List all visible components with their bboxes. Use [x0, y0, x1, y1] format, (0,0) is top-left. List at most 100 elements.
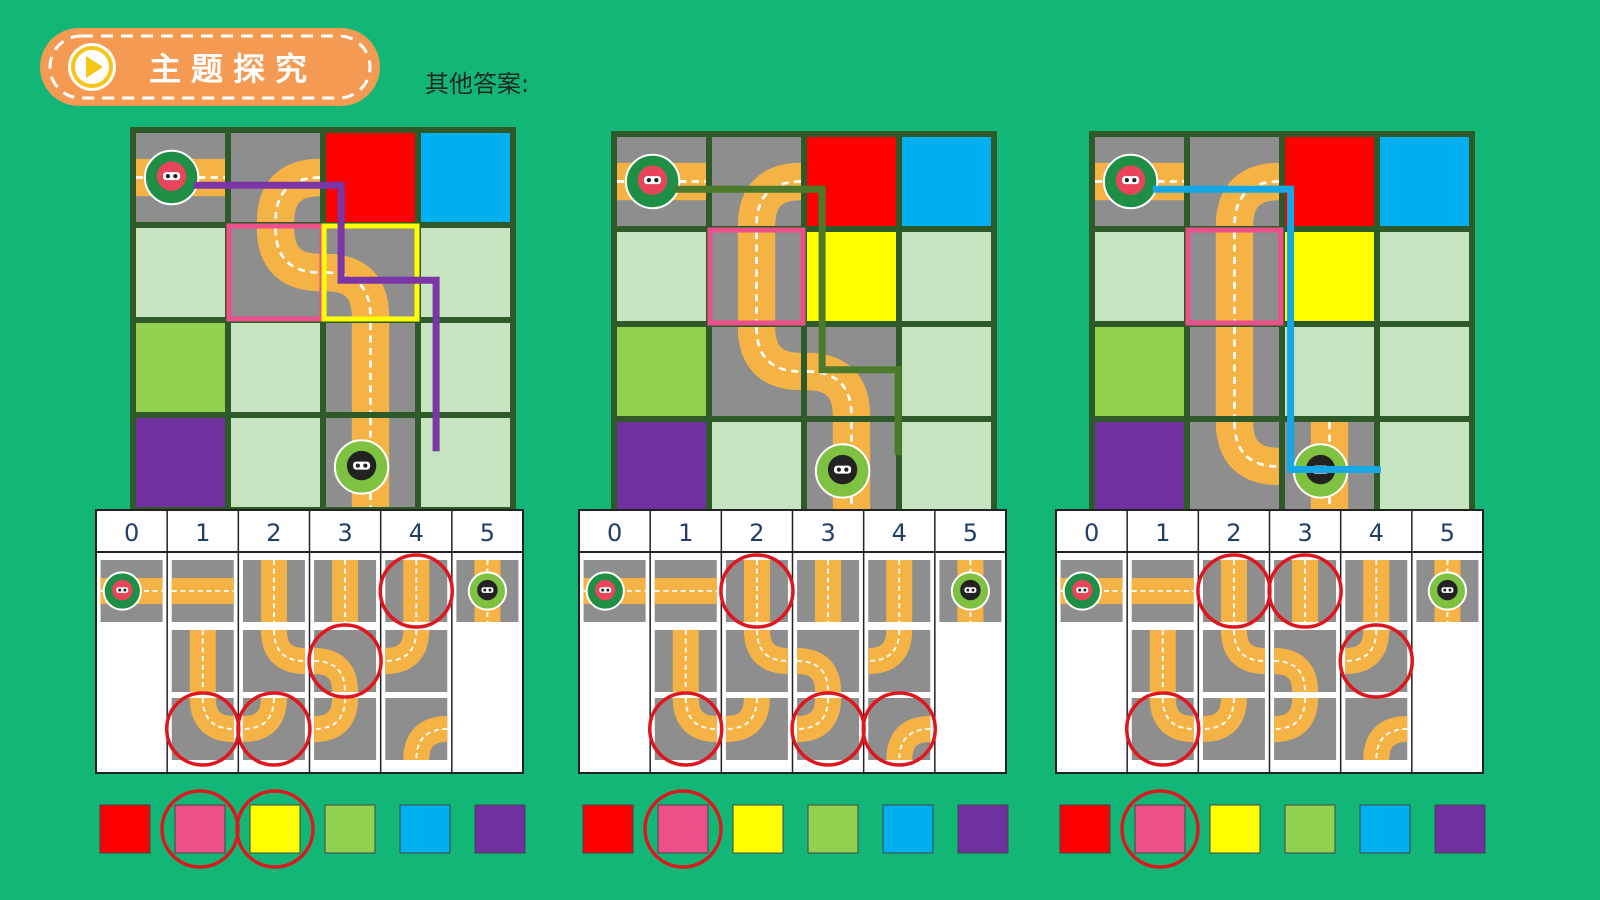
board-cell-3-0[interactable]	[1095, 422, 1184, 511]
board-cell-1-3[interactable]	[1380, 232, 1469, 321]
swatch-yellow[interactable]	[249, 804, 301, 854]
board-cell-2-2[interactable]	[326, 323, 415, 412]
board-cell-2-3[interactable]	[1380, 327, 1469, 416]
board-cell-2-0[interactable]	[1095, 327, 1184, 416]
board-cell-1-1[interactable]	[1190, 232, 1279, 321]
table-tile-2-1[interactable]	[1131, 697, 1195, 760]
board-cell-0-3[interactable]	[1380, 137, 1469, 226]
table-tile-1-1[interactable]	[654, 630, 717, 692]
board-cell-0-0[interactable]	[136, 133, 225, 222]
table-tile-1-3[interactable]	[796, 630, 860, 693]
table-tile-0-1[interactable]	[654, 560, 717, 622]
board-cell-3-0[interactable]	[136, 418, 225, 507]
table-tile-1-4[interactable]	[867, 629, 931, 692]
board-cell-3-3[interactable]	[1380, 422, 1469, 511]
table-tile-0-4[interactable]	[385, 560, 448, 622]
table-tile-1-1[interactable]	[1131, 630, 1194, 692]
swatch-red[interactable]	[582, 804, 634, 854]
table-tile-0-5[interactable]	[456, 560, 519, 622]
swatch-yellow[interactable]	[1209, 804, 1261, 854]
swatch-pink[interactable]	[657, 804, 709, 854]
swatch-purple[interactable]	[957, 804, 1009, 854]
table-tile-1-3[interactable]	[313, 630, 377, 693]
table-tile-2-2[interactable]	[725, 697, 788, 760]
table-tile-0-1[interactable]	[171, 560, 234, 622]
board-cell-2-1[interactable]	[712, 325, 803, 416]
board-cell-2-2[interactable]	[1285, 327, 1374, 416]
board-cell-0-1[interactable]	[712, 137, 803, 228]
table-tile-2-3[interactable]	[1273, 697, 1337, 760]
board-cell-3-2[interactable]	[326, 418, 415, 507]
swatch-pink[interactable]	[1134, 804, 1186, 854]
table-tile-0-3[interactable]	[797, 560, 860, 622]
table-tile-0-2[interactable]	[725, 560, 788, 622]
board-cell-3-0[interactable]	[617, 422, 706, 511]
board-cell-0-1[interactable]	[1190, 137, 1281, 228]
board-cell-0-2[interactable]	[1285, 137, 1374, 226]
table-tile-0-4[interactable]	[868, 560, 931, 622]
table-tile-0-0[interactable]	[100, 560, 163, 622]
table-tile-1-1[interactable]	[171, 630, 234, 692]
board-cell-1-3[interactable]	[902, 232, 991, 321]
swatch-lightgreen[interactable]	[324, 804, 376, 854]
table-tile-1-2[interactable]	[242, 629, 306, 692]
table-tile-2-3[interactable]	[796, 697, 860, 760]
swatch-purple[interactable]	[474, 804, 526, 854]
board-cell-3-1[interactable]	[1190, 420, 1281, 511]
swatch-blue[interactable]	[882, 804, 934, 854]
table-tile-0-2[interactable]	[242, 560, 305, 622]
board-cell-1-1[interactable]	[231, 226, 322, 317]
table-tile-1-2[interactable]	[725, 629, 789, 692]
board-cell-3-1[interactable]	[231, 418, 320, 507]
board-cell-0-3[interactable]	[902, 137, 991, 226]
table-tile-0-2[interactable]	[1202, 560, 1265, 622]
table-tile-0-5[interactable]	[939, 560, 1002, 622]
board-cell-1-2[interactable]	[1285, 232, 1374, 321]
table-tile-0-3[interactable]	[1274, 560, 1337, 622]
swatch-red[interactable]	[1059, 804, 1111, 854]
board-cell-2-3[interactable]	[902, 327, 991, 416]
board-cell-1-0[interactable]	[136, 228, 225, 317]
table-tile-0-0[interactable]	[583, 560, 646, 622]
swatch-pink[interactable]	[174, 804, 226, 854]
table-tile-2-4[interactable]	[385, 698, 449, 761]
table-tile-1-2[interactable]	[1202, 629, 1266, 692]
table-tile-1-3[interactable]	[1273, 630, 1337, 693]
swatch-lightgreen[interactable]	[1284, 804, 1336, 854]
board-cell-0-0[interactable]	[1095, 137, 1184, 226]
table-tile-0-1[interactable]	[1131, 560, 1194, 622]
swatch-blue[interactable]	[1359, 804, 1411, 854]
swatch-yellow[interactable]	[732, 804, 784, 854]
board-cell-2-0[interactable]	[136, 323, 225, 412]
table-tile-1-4[interactable]	[384, 629, 448, 692]
swatch-lightgreen[interactable]	[807, 804, 859, 854]
board-cell-3-3[interactable]	[902, 422, 991, 511]
board-cell-3-1[interactable]	[712, 422, 801, 511]
table-tile-2-4[interactable]	[868, 698, 932, 761]
table-tile-2-2[interactable]	[242, 697, 305, 760]
board-cell-0-1[interactable]	[231, 133, 322, 224]
board-cell-1-0[interactable]	[617, 232, 706, 321]
table-tile-0-3[interactable]	[314, 560, 377, 622]
table-tile-2-1[interactable]	[171, 697, 235, 760]
table-tile-1-4[interactable]	[1344, 629, 1408, 692]
table-tile-2-1[interactable]	[654, 697, 718, 760]
board-cell-2-0[interactable]	[617, 327, 706, 416]
table-tile-0-0[interactable]	[1060, 560, 1123, 622]
board-cell-2-1[interactable]	[1190, 327, 1279, 416]
swatch-blue[interactable]	[399, 804, 451, 854]
swatch-red[interactable]	[99, 804, 151, 854]
board-cell-0-0[interactable]	[617, 137, 706, 226]
board-cell-1-1[interactable]	[712, 232, 801, 321]
board-cell-3-2[interactable]	[807, 422, 896, 511]
table-tile-2-4[interactable]	[1345, 698, 1409, 761]
board-cell-2-1[interactable]	[231, 323, 320, 412]
topic-badge[interactable]: 主题探究	[40, 28, 380, 106]
table-tile-2-3[interactable]	[313, 697, 377, 760]
board-cell-0-3[interactable]	[421, 133, 510, 222]
table-tile-0-5[interactable]	[1416, 560, 1479, 622]
swatch-purple[interactable]	[1434, 804, 1486, 854]
table-tile-0-4[interactable]	[1345, 560, 1408, 622]
table-tile-2-2[interactable]	[1202, 697, 1265, 760]
board-cell-1-0[interactable]	[1095, 232, 1184, 321]
